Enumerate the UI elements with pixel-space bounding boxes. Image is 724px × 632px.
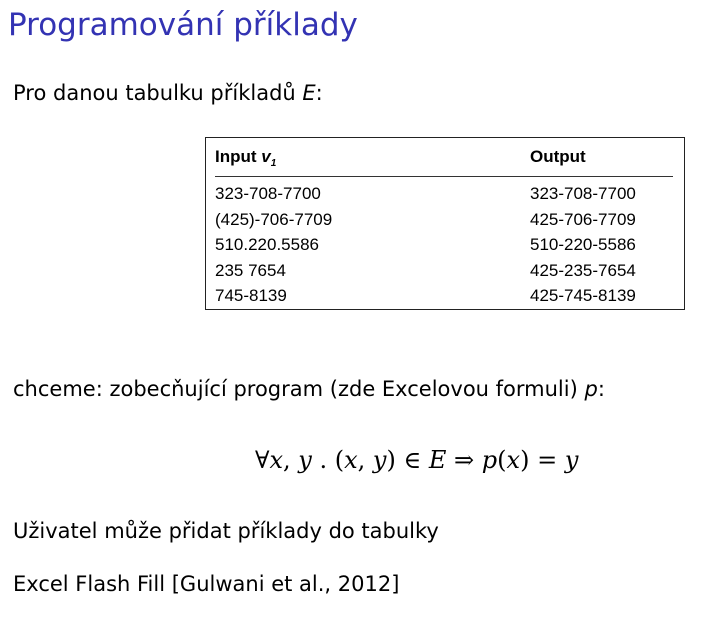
formula-eq: ) = [520, 446, 565, 474]
formula-in: ) ∈ [386, 446, 429, 474]
cell-input: 510.220.5586 [215, 235, 319, 254]
table-rule [215, 176, 673, 177]
intro-suffix: : [315, 81, 323, 105]
formula-comma: , [283, 446, 299, 474]
reference-line: Excel Flash Fill [Gulwani et al., 2012] [13, 572, 400, 596]
cell-output: 510-220-5586 [530, 235, 636, 254]
cell-output: 323-708-7700 [530, 184, 636, 203]
table-row: 323-708-7700 323-708-7700 [215, 181, 681, 207]
table-header: Input v1 Output [215, 146, 681, 176]
intro-line: Pro danou tabulku příkladů E: [13, 78, 323, 108]
formula-y: y [564, 446, 579, 474]
formula-x: x [506, 446, 521, 474]
want-text: chceme: zobecňující program (zde Excelov… [13, 377, 585, 401]
cell-input: (425)-706-7709 [215, 209, 333, 229]
slide-title: Programování příklady [8, 7, 358, 43]
formula-E: E [428, 446, 447, 474]
formula-forall: ∀ [255, 446, 270, 474]
want-line: chceme: zobecňující program (zde Excelov… [13, 374, 605, 404]
formula: ∀x, y . (x, y) ∈ E ⇒ p(x) = y [255, 443, 578, 477]
formula-implies: ⇒ [446, 446, 482, 474]
formula-open: ( [497, 446, 507, 474]
formula-y: y [372, 446, 387, 474]
formula-p: p [481, 446, 498, 474]
cell-output: 425-745-8139 [530, 286, 636, 305]
cell-output: 425-706-7709 [530, 209, 636, 229]
formula-y: y [298, 446, 312, 474]
cell-input: 323-708-7700 [215, 184, 321, 203]
header-input-subscript: 1 [270, 158, 277, 169]
cell-output: 425-235-7654 [530, 260, 636, 280]
cell-input: 235 7654 [215, 260, 286, 280]
cell-input: 745-8139 [215, 286, 287, 305]
formula-comma: , [357, 446, 373, 474]
want-suffix: : [597, 377, 605, 401]
table-row: 235 7654 425-235-7654 [215, 258, 681, 284]
table-row: (425)-706-7709 425-706-7709 [215, 207, 681, 233]
table-row: 510.220.5586 510-220-5586 [215, 232, 681, 258]
want-var: p [584, 377, 598, 401]
intro-var: E [302, 81, 316, 105]
formula-x: x [344, 446, 358, 474]
header-input-var: v [261, 147, 271, 166]
table-row: 745-8139 425-745-8139 [215, 283, 681, 309]
user-note: Uživatel může přidat příklady do tabulky [13, 519, 439, 543]
intro-text: Pro danou tabulku příkladů [13, 81, 303, 105]
examples-table: Input v1 Output 323-708-7700 323-708-770… [205, 137, 685, 310]
header-input-label: Input [215, 147, 262, 166]
formula-dot: . ( [311, 446, 345, 474]
header-output: Output [530, 147, 586, 166]
formula-x: x [269, 446, 284, 474]
header-input: Input v1 [215, 147, 277, 169]
table-body: 323-708-7700 323-708-7700 (425)-706-7709… [215, 181, 681, 309]
